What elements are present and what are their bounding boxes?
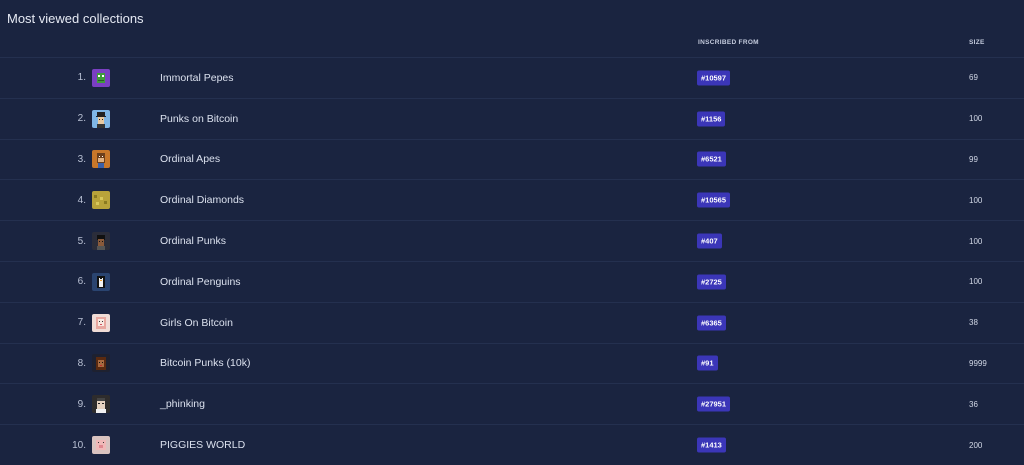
rank-number: 8.: [77, 357, 86, 369]
table-row[interactable]: 6. Ordinal Penguins #2725 100: [0, 260, 1024, 302]
collection-name-link[interactable]: Ordinal Apes: [160, 140, 220, 180]
table-row[interactable]: 2. Punks on Bitcoin #1156 100: [0, 97, 1024, 139]
pepe-frog-avatar-icon[interactable]: [92, 68, 110, 87]
collection-name-link[interactable]: Bitcoin Punks (10k): [160, 344, 250, 384]
column-header-inscribed-from: INSCRIBED FROM: [698, 39, 759, 46]
rank-number: 1.: [77, 72, 86, 84]
collection-name-link[interactable]: Ordinal Punks: [160, 221, 226, 261]
dark-punk-avatar-icon[interactable]: [92, 232, 110, 251]
table-row[interactable]: 8. Bitcoin Punks (10k) #91 9999: [0, 342, 1024, 384]
rank-number: 4.: [77, 194, 86, 206]
collection-size: 100: [969, 236, 983, 246]
collection-size: 38: [969, 318, 978, 328]
table-row[interactable]: 5. Ordinal Punks #407 100: [0, 220, 1024, 261]
piggy-avatar-icon[interactable]: [92, 436, 110, 455]
collection-size: 9999: [969, 358, 987, 368]
collection-name-link[interactable]: Ordinal Diamonds: [160, 180, 244, 220]
table-row[interactable]: 7. Girls On Bitcoin #6365 38: [0, 301, 1024, 343]
inscription-number-badge[interactable]: #407: [697, 233, 722, 249]
collection-size: 36: [969, 399, 978, 409]
phinking-avatar-icon[interactable]: [92, 395, 110, 414]
collection-size: 100: [969, 195, 983, 205]
inscription-number-badge[interactable]: #27951: [697, 396, 731, 412]
collection-name-link[interactable]: Immortal Pepes: [160, 58, 234, 98]
collection-size: 99: [969, 154, 978, 164]
collection-name-link[interactable]: Ordinal Penguins: [160, 262, 241, 302]
table-row[interactable]: 1. Immortal Pepes #10597 69: [0, 57, 1024, 98]
inscription-number-badge[interactable]: #10565: [697, 192, 731, 208]
table-row[interactable]: 9. _phinking #27951 36: [0, 383, 1024, 424]
girl-avatar-icon[interactable]: [92, 313, 110, 332]
table-row[interactable]: 10. PIGGIES WORLD #1413 200: [0, 424, 1024, 465]
inscription-number-badge[interactable]: #1156: [697, 111, 726, 127]
rank-number: 10.: [72, 439, 86, 451]
penguin-avatar-icon[interactable]: [92, 272, 110, 291]
most-viewed-collections-page: Most viewed collections INSCRIBED FROM S…: [0, 0, 1024, 465]
table-row[interactable]: 3. Ordinal Apes #6521 99: [0, 138, 1024, 180]
column-header-size: SIZE: [969, 39, 985, 46]
rank-number: 2.: [77, 113, 86, 125]
inscription-number-badge[interactable]: #6521: [697, 151, 726, 167]
inscription-number-badge[interactable]: #2725: [697, 274, 726, 290]
collection-name-link[interactable]: Girls On Bitcoin: [160, 303, 233, 343]
collection-name-link[interactable]: _phinking: [160, 384, 205, 424]
top-hat-punk-avatar-icon[interactable]: [92, 109, 110, 128]
bitcoin-punk-avatar-icon[interactable]: [92, 354, 110, 373]
inscription-number-badge[interactable]: #91: [697, 355, 718, 371]
rank-number: 9.: [77, 398, 86, 410]
collection-size: 100: [969, 277, 983, 287]
inscription-number-badge[interactable]: #1413: [697, 437, 726, 453]
collection-size: 200: [969, 440, 983, 450]
rank-number: 5.: [77, 235, 86, 247]
inscription-number-badge[interactable]: #6365: [697, 315, 726, 331]
rank-number: 3.: [77, 153, 86, 165]
inscription-number-badge[interactable]: #10597: [697, 70, 731, 86]
collections-table: 1. Immortal Pepes #10597 69 2. Punks on …: [0, 57, 1024, 465]
collection-name-link[interactable]: Punks on Bitcoin: [160, 99, 238, 139]
diamond-avatar-icon[interactable]: [92, 191, 110, 210]
section-title: Most viewed collections: [7, 11, 144, 26]
ape-avatar-icon[interactable]: [92, 150, 110, 169]
rank-number: 7.: [77, 317, 86, 329]
collection-size: 100: [969, 114, 983, 124]
rank-number: 6.: [77, 276, 86, 288]
collection-size: 69: [969, 73, 978, 83]
collection-name-link[interactable]: PIGGIES WORLD: [160, 425, 245, 465]
table-row[interactable]: 4. Ordinal Diamonds #10565 100: [0, 179, 1024, 220]
